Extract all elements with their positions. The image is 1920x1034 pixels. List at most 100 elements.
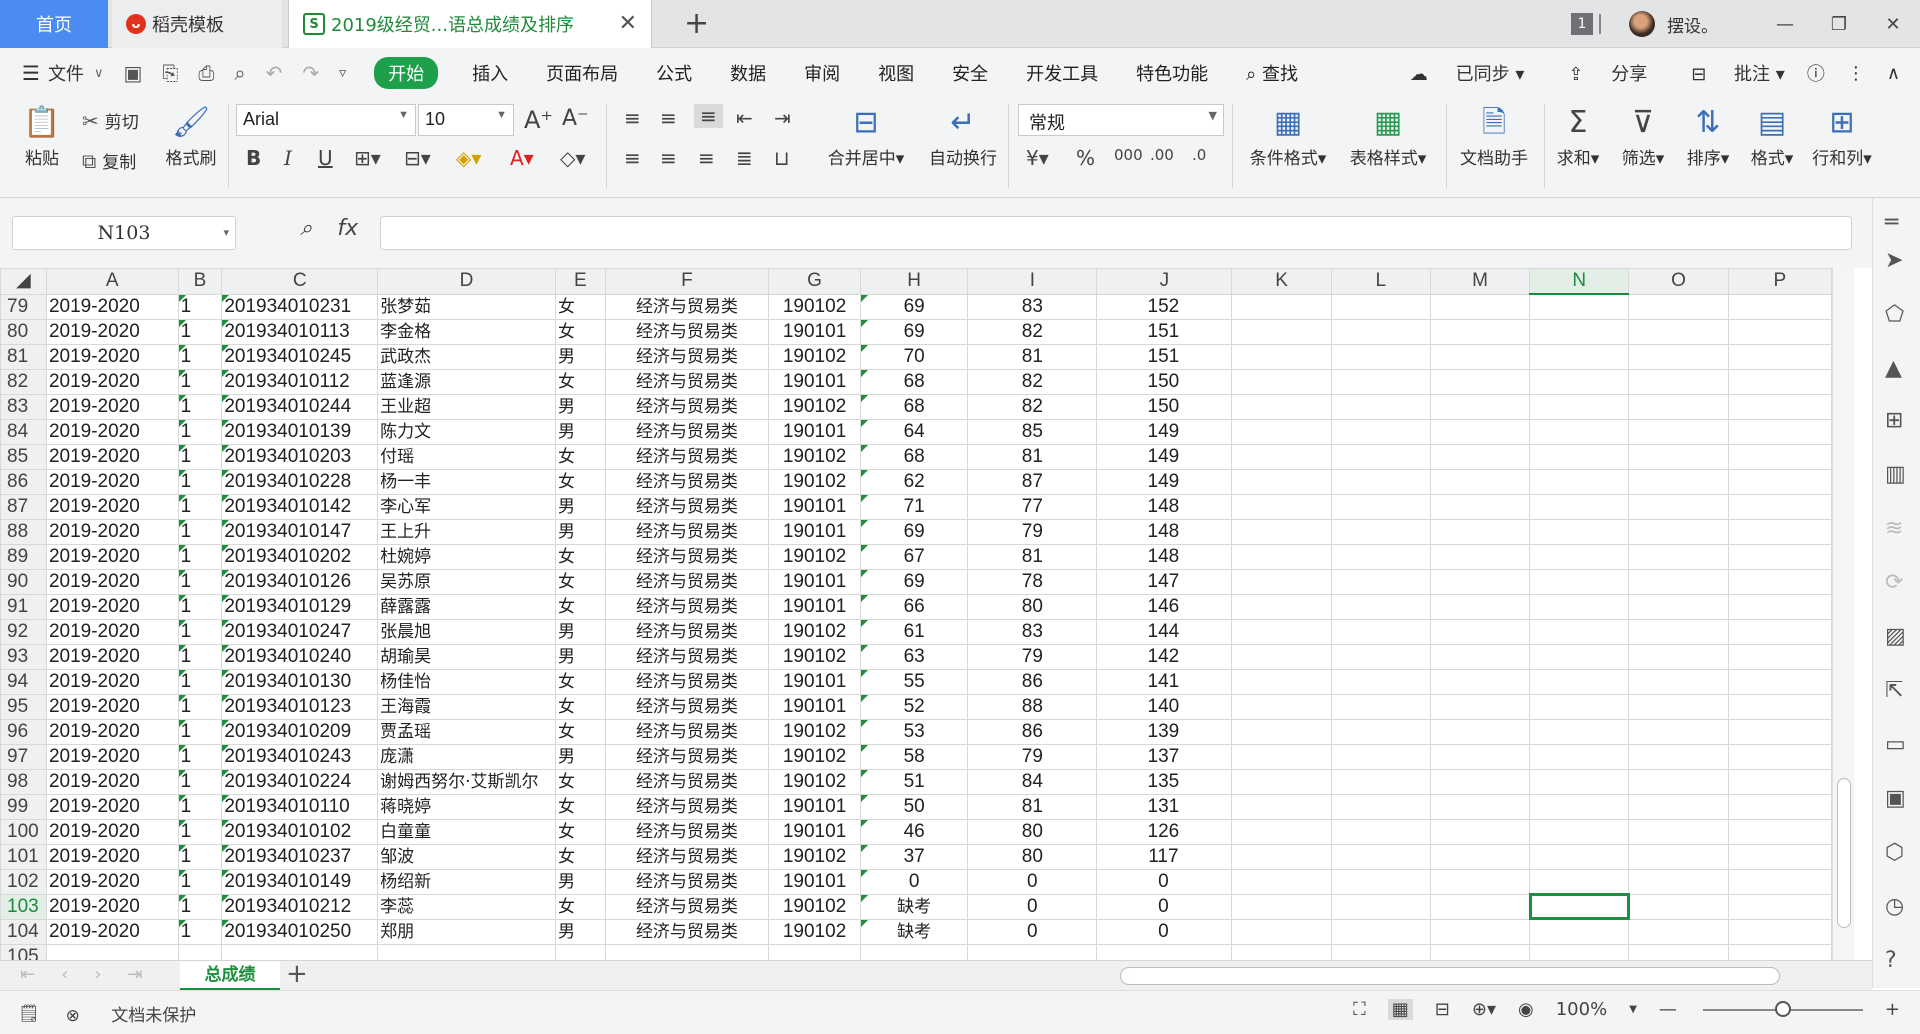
cell-a[interactable]: 2019-2020 xyxy=(45,868,179,895)
cell-b[interactable] xyxy=(177,943,223,960)
cell-a[interactable]: 2019-2020 xyxy=(45,293,179,320)
cell-e[interactable]: 女 xyxy=(554,668,606,695)
cell-j[interactable]: 0 xyxy=(1096,893,1233,920)
cell-b[interactable]: 1 xyxy=(177,343,223,370)
archive-icon[interactable]: ▭ xyxy=(1885,732,1906,757)
cell-i[interactable]: 85 xyxy=(967,418,1098,445)
cell-b[interactable]: 1 xyxy=(177,743,223,770)
cell-e[interactable]: 男 xyxy=(554,493,606,520)
format-button[interactable]: ▤ 格式▾ xyxy=(1744,106,1800,170)
zoom-in-icon[interactable]: + xyxy=(1885,999,1900,1020)
cell-g[interactable]: 190102 xyxy=(768,343,861,370)
cell-l[interactable] xyxy=(1330,743,1431,770)
cell-f[interactable]: 经济与贸易类 xyxy=(604,318,770,345)
cell-p[interactable] xyxy=(1727,368,1832,395)
cell-m[interactable] xyxy=(1429,618,1531,645)
cell-n[interactable] xyxy=(1529,543,1630,570)
cell-a[interactable]: 2019-2020 xyxy=(45,468,179,495)
row-header[interactable]: 95 xyxy=(0,693,47,720)
cell-n[interactable] xyxy=(1529,568,1630,595)
cell-l[interactable] xyxy=(1330,943,1431,960)
cell-h[interactable]: 64 xyxy=(859,418,969,445)
cell-o[interactable] xyxy=(1628,718,1729,745)
cell-b[interactable]: 1 xyxy=(177,918,223,945)
cell-o[interactable] xyxy=(1628,618,1729,645)
column-header-i[interactable]: I xyxy=(967,268,1098,295)
cell-l[interactable] xyxy=(1330,768,1431,795)
cell-k[interactable] xyxy=(1231,743,1332,770)
cell-a[interactable]: 2019-2020 xyxy=(45,718,179,745)
cell-k[interactable] xyxy=(1231,718,1332,745)
cell-a[interactable]: 2019-2020 xyxy=(45,893,179,920)
collapse-icon[interactable]: ═ xyxy=(1885,210,1898,235)
cell-j[interactable]: 146 xyxy=(1096,593,1233,620)
cell-d[interactable]: 张晨旭 xyxy=(377,618,556,645)
cell-p[interactable] xyxy=(1727,793,1832,820)
cell-n[interactable] xyxy=(1529,293,1630,320)
cell-p[interactable] xyxy=(1727,818,1832,845)
row-header[interactable]: 105 xyxy=(0,943,47,960)
cell-c[interactable]: 201934010250 xyxy=(221,918,379,945)
cell-g[interactable]: 190101 xyxy=(768,868,861,895)
cell-f[interactable]: 经济与贸易类 xyxy=(604,643,770,670)
cell-k[interactable] xyxy=(1231,818,1332,845)
cell-h[interactable]: 缺考 xyxy=(859,918,969,945)
cell-i[interactable]: 82 xyxy=(967,318,1098,345)
shield-icon[interactable]: ⬡ xyxy=(1885,840,1904,865)
cell-c[interactable]: 201934010224 xyxy=(221,768,379,795)
cell-n[interactable] xyxy=(1529,468,1630,495)
bold-icon[interactable]: B xyxy=(246,146,261,170)
zoom-slider-knob[interactable] xyxy=(1774,1000,1791,1017)
cell-e[interactable]: 女 xyxy=(554,843,606,870)
cell-f[interactable]: 经济与贸易类 xyxy=(604,443,770,470)
cell-d[interactable]: 庞潇 xyxy=(377,743,556,770)
cell-j[interactable]: 140 xyxy=(1096,693,1233,720)
zoom-slider[interactable] xyxy=(1702,1000,1863,1017)
cell-f[interactable]: 经济与贸易类 xyxy=(604,668,770,695)
column-header-k[interactable]: K xyxy=(1231,268,1332,295)
cell-g[interactable]: 190102 xyxy=(768,618,861,645)
cell-n[interactable] xyxy=(1529,593,1630,620)
row-header[interactable]: 83 xyxy=(0,393,47,420)
cell-n[interactable] xyxy=(1529,668,1630,695)
cell-e[interactable]: 女 xyxy=(554,693,606,720)
cell-l[interactable] xyxy=(1330,643,1431,670)
cell-c[interactable]: 201934010228 xyxy=(221,468,379,495)
increase-indent-icon[interactable]: ⇥ xyxy=(774,106,791,130)
row-header[interactable]: 86 xyxy=(0,468,47,495)
cell-m[interactable] xyxy=(1429,743,1531,770)
cell-d[interactable]: 谢姆西努尔·艾斯凯尔 xyxy=(377,768,556,795)
cell-f[interactable]: 经济与贸易类 xyxy=(604,818,770,845)
vertical-scroll-thumb[interactable] xyxy=(1837,778,1851,928)
row-header[interactable]: 92 xyxy=(0,618,47,645)
cell-o[interactable] xyxy=(1628,393,1729,420)
cell-l[interactable] xyxy=(1330,793,1431,820)
cell-n[interactable] xyxy=(1529,393,1630,420)
cell-l[interactable] xyxy=(1330,343,1431,370)
column-header-l[interactable]: L xyxy=(1330,268,1431,295)
cell-l[interactable] xyxy=(1330,293,1431,320)
cell-n[interactable] xyxy=(1529,918,1630,945)
cell-k[interactable] xyxy=(1231,643,1332,670)
currency-icon[interactable]: ¥▾ xyxy=(1026,146,1049,170)
cell-k[interactable] xyxy=(1231,868,1332,895)
comment-button[interactable]: ⊟ 批注 ▾ xyxy=(1669,60,1785,86)
cell-d[interactable]: 王海霞 xyxy=(377,693,556,720)
cell-m[interactable] xyxy=(1429,443,1531,470)
cell-o[interactable] xyxy=(1628,918,1729,945)
cell-c[interactable]: 201934010123 xyxy=(221,693,379,720)
cell-p[interactable] xyxy=(1727,768,1832,795)
cell-e[interactable]: 女 xyxy=(554,443,606,470)
cell-d[interactable]: 白童童 xyxy=(377,818,556,845)
cell-i[interactable]: 86 xyxy=(967,668,1098,695)
cell-j[interactable]: 148 xyxy=(1096,518,1233,545)
cell-j[interactable]: 151 xyxy=(1096,343,1233,370)
column-header-f[interactable]: F xyxy=(604,268,770,295)
avatar[interactable] xyxy=(1629,11,1655,37)
chart-icon[interactable]: ▥ xyxy=(1885,462,1906,487)
cell-f[interactable]: 经济与贸易类 xyxy=(604,693,770,720)
cell-k[interactable] xyxy=(1231,418,1332,445)
normal-view-icon[interactable]: ▦ xyxy=(1387,999,1413,1020)
cell-l[interactable] xyxy=(1330,618,1431,645)
cell-g[interactable] xyxy=(768,943,861,960)
